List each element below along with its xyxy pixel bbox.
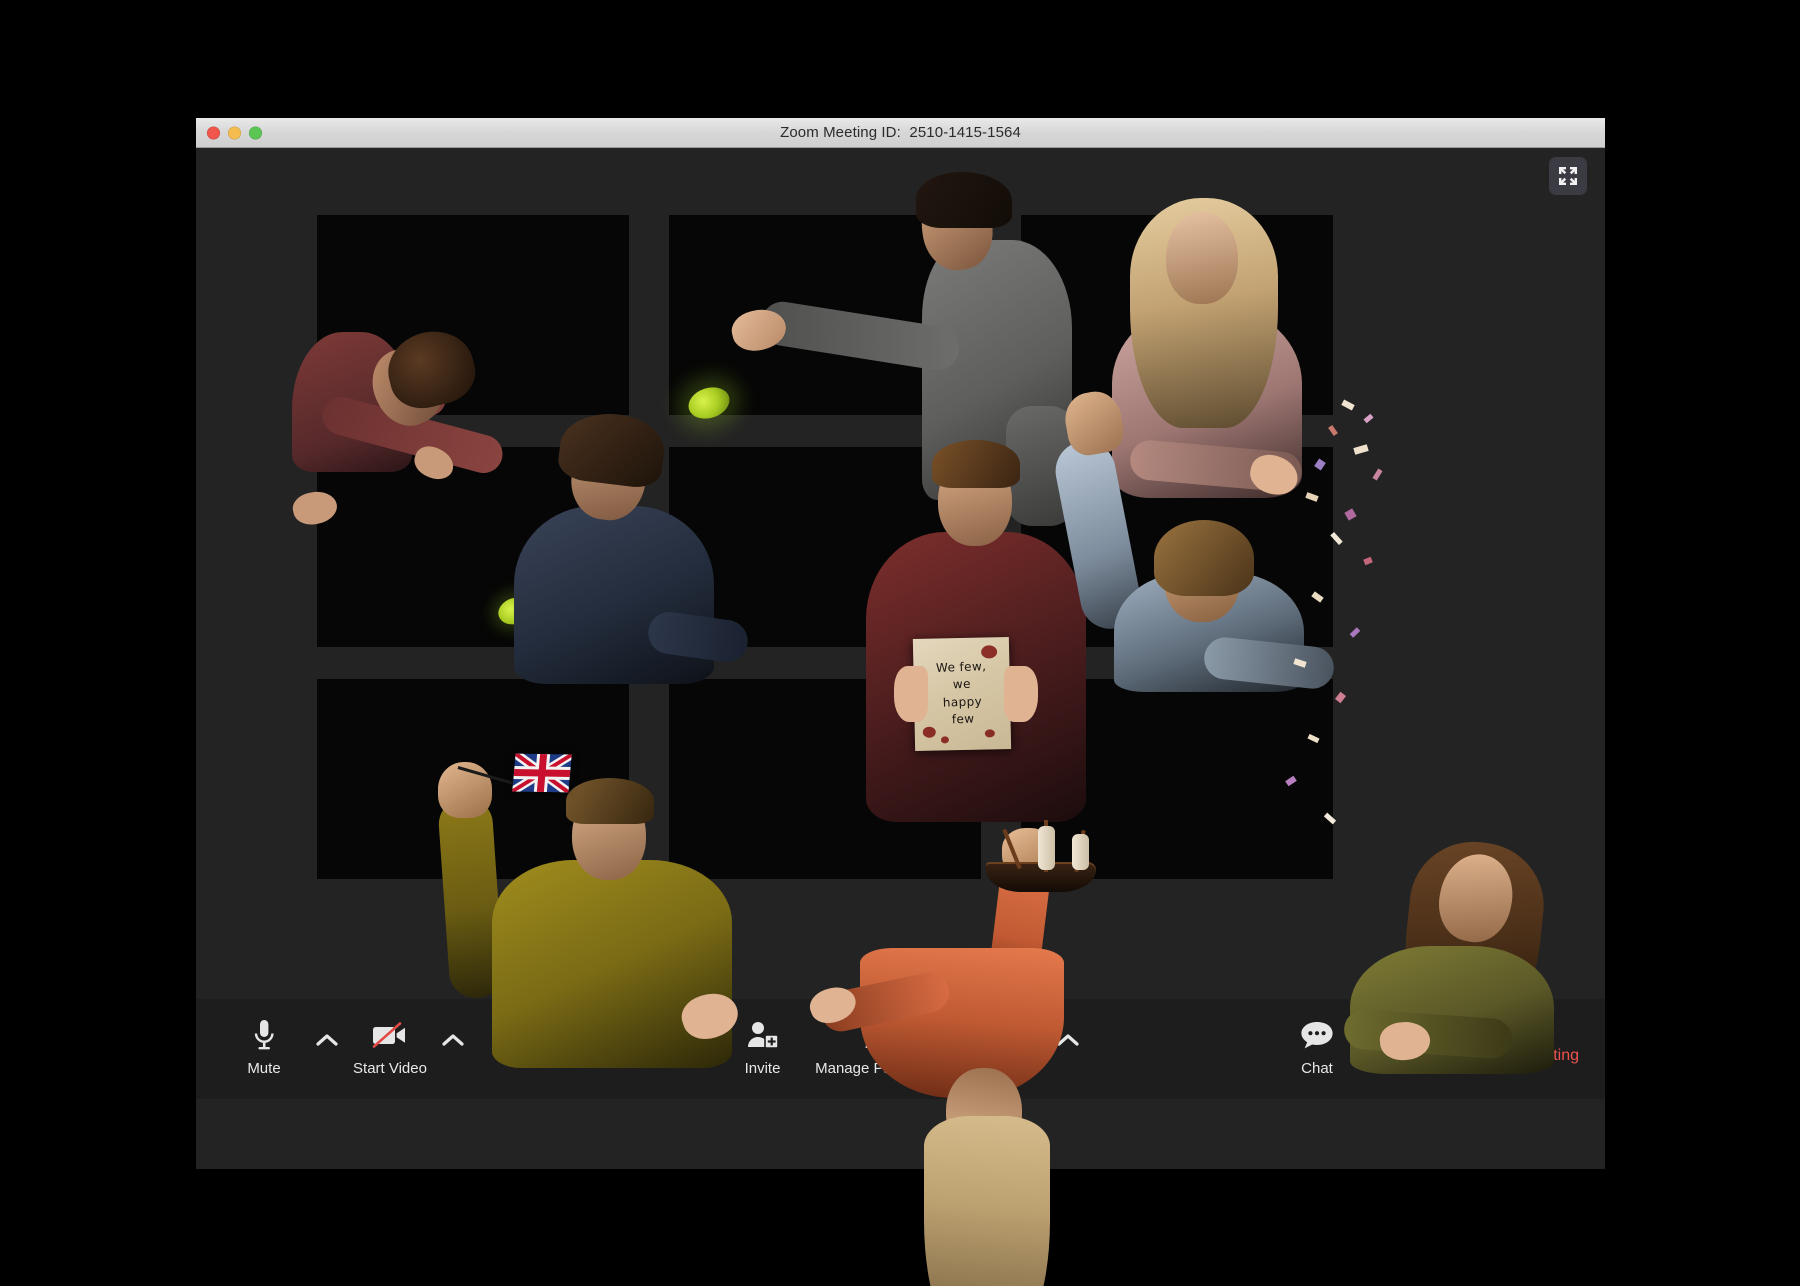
mute-button[interactable]: Mute <box>218 999 310 1077</box>
video-tile-7[interactable] <box>317 679 629 879</box>
video-tile-5-feed <box>669 447 981 647</box>
video-tile-6[interactable] <box>1021 447 1333 647</box>
invite-person-icon <box>747 1017 779 1053</box>
participants-icon: 9 <box>865 1013 903 1053</box>
video-tile-4[interactable] <box>317 447 629 647</box>
video-tile-1[interactable] <box>317 215 629 415</box>
video-tile-3-feed <box>1021 215 1333 415</box>
window-title: Zoom Meeting ID: 2510-1415-1564 <box>780 124 1021 141</box>
video-tile-8[interactable] <box>669 679 981 879</box>
video-tile-5[interactable] <box>669 447 981 647</box>
screenshot-root: Zoom Meeting ID: 2510-1415-1564 We few, … <box>0 0 1800 1286</box>
chevron-up-icon <box>442 1034 464 1046</box>
participant-figure-8-head <box>902 1068 1072 1286</box>
end-meeting-button[interactable]: End Meeting <box>1489 1047 1579 1065</box>
video-tile-7-feed <box>317 679 629 879</box>
window-traffic-lights <box>207 126 262 139</box>
chat-button[interactable]: Chat <box>1271 999 1363 1077</box>
start-video-button[interactable]: Start Video <box>344 999 436 1077</box>
fullscreen-expand-icon <box>1559 167 1577 185</box>
manage-participants-button[interactable]: 9 Manage Participants <box>809 999 959 1077</box>
start-video-label: Start Video <box>353 1060 427 1077</box>
record-label: Record <box>1384 1060 1434 1077</box>
video-options-chevron[interactable] <box>436 999 470 1047</box>
chat-label: Chat <box>1301 1060 1333 1077</box>
maximize-button[interactable] <box>249 126 262 139</box>
microphone-icon <box>250 1017 278 1053</box>
video-tile-2-feed <box>669 215 981 415</box>
chevron-up-icon <box>316 1034 338 1046</box>
mute-label: Mute <box>247 1060 281 1077</box>
window-titlebar: Zoom Meeting ID: 2510-1415-1564 <box>196 118 1605 148</box>
invite-label: Invite <box>744 1060 781 1077</box>
participants-count-badge: 9 <box>876 1013 885 1029</box>
video-tile-2[interactable] <box>669 215 981 415</box>
zoom-window: Zoom Meeting ID: 2510-1415-1564 We few, … <box>196 118 1605 1286</box>
toolbar-right-group: Chat Record <box>1271 999 1455 1099</box>
video-tile-4-feed <box>317 447 629 647</box>
long-hair <box>924 1116 1050 1286</box>
fullscreen-button[interactable] <box>1549 157 1587 195</box>
video-tile-9-feed <box>1021 679 1333 879</box>
share-label: Share <box>984 1060 1025 1077</box>
video-tile-grid <box>196 148 1605 1099</box>
video-tile-1-feed <box>317 215 629 415</box>
invite-button[interactable]: Invite <box>717 999 809 1077</box>
record-circle-icon <box>1393 1017 1425 1053</box>
share-button[interactable]: Share <box>959 999 1051 1077</box>
meeting-toolbar: Mute Start Video Invite 9 Manage Partici… <box>196 999 1605 1099</box>
manage-participants-label: Manage Participants <box>815 1060 952 1077</box>
share-options-chevron[interactable] <box>1051 999 1085 1047</box>
chevron-up-icon <box>1056 1034 1079 1046</box>
share-screen-icon <box>988 1017 1022 1053</box>
video-tile-9[interactable] <box>1021 679 1333 879</box>
close-button[interactable] <box>207 126 220 139</box>
audio-options-chevron[interactable] <box>310 999 344 1047</box>
toolbar-center-group: Invite 9 Manage Participants Share <box>717 999 1085 1099</box>
video-tile-3[interactable] <box>1021 215 1333 415</box>
video-off-icon <box>371 1017 409 1053</box>
meeting-stage: We few, we happy few Mute Start Video In… <box>196 148 1605 1286</box>
toolbar-left-group: Mute Start Video <box>218 999 470 1099</box>
video-tile-6-feed <box>1021 447 1333 647</box>
video-tile-8-feed <box>669 679 981 879</box>
chat-bubble-icon <box>1300 1017 1334 1053</box>
record-button[interactable]: Record <box>1363 999 1455 1077</box>
minimize-button[interactable] <box>228 126 241 139</box>
